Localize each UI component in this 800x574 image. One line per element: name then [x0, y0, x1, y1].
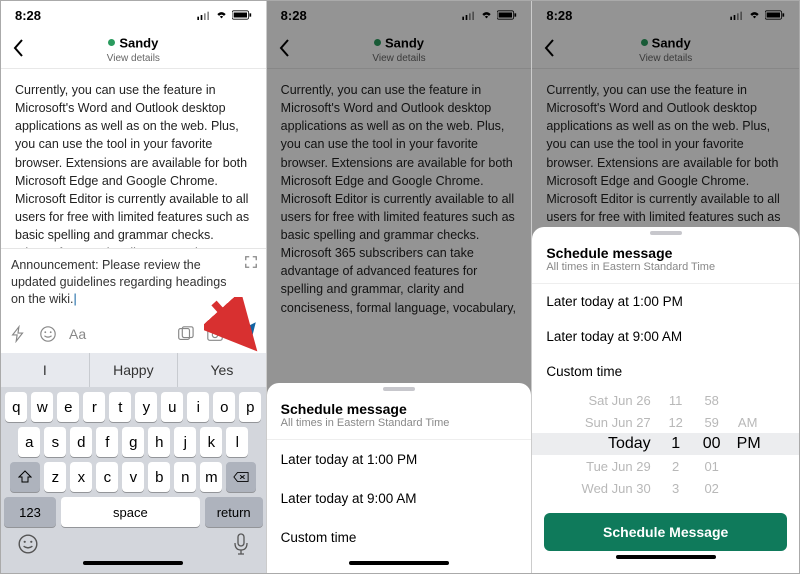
numeric-key[interactable]: 123	[4, 497, 56, 527]
key-v[interactable]: v	[122, 462, 144, 492]
expand-icon[interactable]	[244, 255, 258, 269]
dictation-icon[interactable]	[232, 533, 250, 555]
datetime-picker[interactable]: Sat Jun 261158 Sun Jun 271259AM Today100…	[532, 385, 799, 507]
key-h[interactable]: h	[148, 427, 170, 457]
emoji-keyboard-icon[interactable]	[17, 533, 39, 555]
key-k[interactable]: k	[200, 427, 222, 457]
annotation-arrow-icon	[204, 297, 264, 357]
message-content: Currently, you can use the feature in Mi…	[1, 69, 266, 248]
keyboard-row-2: asdfghjkl	[1, 422, 266, 457]
prediction-2[interactable]: Happy	[90, 353, 179, 387]
chevron-left-icon	[11, 38, 25, 58]
key-i[interactable]: i	[187, 392, 209, 422]
sheet-handle-icon[interactable]	[650, 231, 682, 235]
nav-subtitle: View details	[107, 53, 160, 64]
screen-compose: 8:28 Sandy View details Currently, you c…	[1, 1, 267, 573]
home-indicator[interactable]	[616, 555, 716, 559]
key-m[interactable]: m	[200, 462, 222, 492]
sheet-subtitle: All times in Eastern Standard Time	[267, 417, 532, 439]
key-e[interactable]: e	[57, 392, 79, 422]
prediction-3[interactable]: Yes	[178, 353, 266, 387]
sheet-title: Schedule message	[532, 239, 799, 261]
schedule-option-1[interactable]: Later today at 1:00 PM	[267, 440, 532, 479]
key-n[interactable]: n	[174, 462, 196, 492]
schedule-message-button[interactable]: Schedule Message	[544, 513, 787, 551]
schedule-option-2[interactable]: Later today at 9:00 AM	[267, 479, 532, 518]
home-indicator[interactable]	[83, 561, 183, 565]
schedule-option-custom[interactable]: Custom time	[532, 354, 799, 385]
sheet-title: Schedule message	[267, 395, 532, 417]
key-l[interactable]: l	[226, 427, 248, 457]
schedule-sheet: Schedule message All times in Eastern St…	[267, 383, 532, 573]
key-u[interactable]: u	[161, 392, 183, 422]
space-key[interactable]: space	[61, 497, 200, 527]
key-x[interactable]: x	[70, 462, 92, 492]
status-time: 8:28	[15, 8, 41, 23]
schedule-option-2[interactable]: Later today at 9:00 AM	[532, 319, 799, 354]
key-b[interactable]: b	[148, 462, 170, 492]
attachment-icon[interactable]	[176, 325, 194, 343]
shift-key[interactable]	[10, 462, 40, 492]
key-q[interactable]: q	[5, 392, 27, 422]
keyboard-row-1: qwertyuiop	[1, 387, 266, 422]
key-a[interactable]: a	[18, 427, 40, 457]
lightning-icon[interactable]	[9, 325, 27, 343]
key-g[interactable]: g	[122, 427, 144, 457]
keyboard: I Happy Yes qwertyuiop asdfghjkl zxcvbnm…	[1, 353, 266, 573]
presence-dot-icon	[108, 39, 115, 46]
nav-title[interactable]: Sandy View details	[107, 34, 160, 64]
screen-schedule-options: 8:28 Sandy View details Currently, you c…	[267, 1, 533, 573]
key-p[interactable]: p	[239, 392, 261, 422]
battery-icon	[232, 10, 252, 20]
key-f[interactable]: f	[96, 427, 118, 457]
nav-header: Sandy View details	[1, 29, 266, 69]
key-r[interactable]: r	[83, 392, 105, 422]
text-format-button[interactable]: Aa	[69, 326, 86, 342]
wifi-icon	[214, 10, 229, 20]
key-t[interactable]: t	[109, 392, 131, 422]
return-key[interactable]: return	[205, 497, 263, 527]
key-c[interactable]: c	[96, 462, 118, 492]
screen-custom-time: 8:28 Sandy View details Currently, you c…	[532, 1, 799, 573]
status-bar: 8:28	[1, 1, 266, 29]
prediction-1[interactable]: I	[1, 353, 90, 387]
back-button[interactable]	[11, 38, 25, 63]
emoji-icon[interactable]	[39, 325, 57, 343]
shift-icon	[18, 470, 32, 484]
key-s[interactable]: s	[44, 427, 66, 457]
key-z[interactable]: z	[44, 462, 66, 492]
keyboard-predictions: I Happy Yes	[1, 353, 266, 387]
key-d[interactable]: d	[70, 427, 92, 457]
picker-selected-row: Today100PM	[532, 433, 799, 455]
backspace-icon	[233, 471, 249, 483]
sheet-handle-icon[interactable]	[383, 387, 415, 391]
schedule-option-1[interactable]: Later today at 1:00 PM	[532, 284, 799, 319]
home-indicator[interactable]	[349, 561, 449, 565]
keyboard-row-3: zxcvbnm	[1, 457, 266, 492]
sheet-subtitle: All times in Eastern Standard Time	[532, 261, 799, 283]
key-o[interactable]: o	[213, 392, 235, 422]
signal-icon	[197, 10, 211, 20]
backspace-key[interactable]	[226, 462, 256, 492]
schedule-option-custom[interactable]: Custom time	[267, 518, 532, 557]
key-j[interactable]: j	[174, 427, 196, 457]
key-w[interactable]: w	[31, 392, 53, 422]
status-icons	[197, 10, 252, 20]
key-y[interactable]: y	[135, 392, 157, 422]
schedule-sheet-custom: Schedule message All times in Eastern St…	[532, 227, 799, 573]
